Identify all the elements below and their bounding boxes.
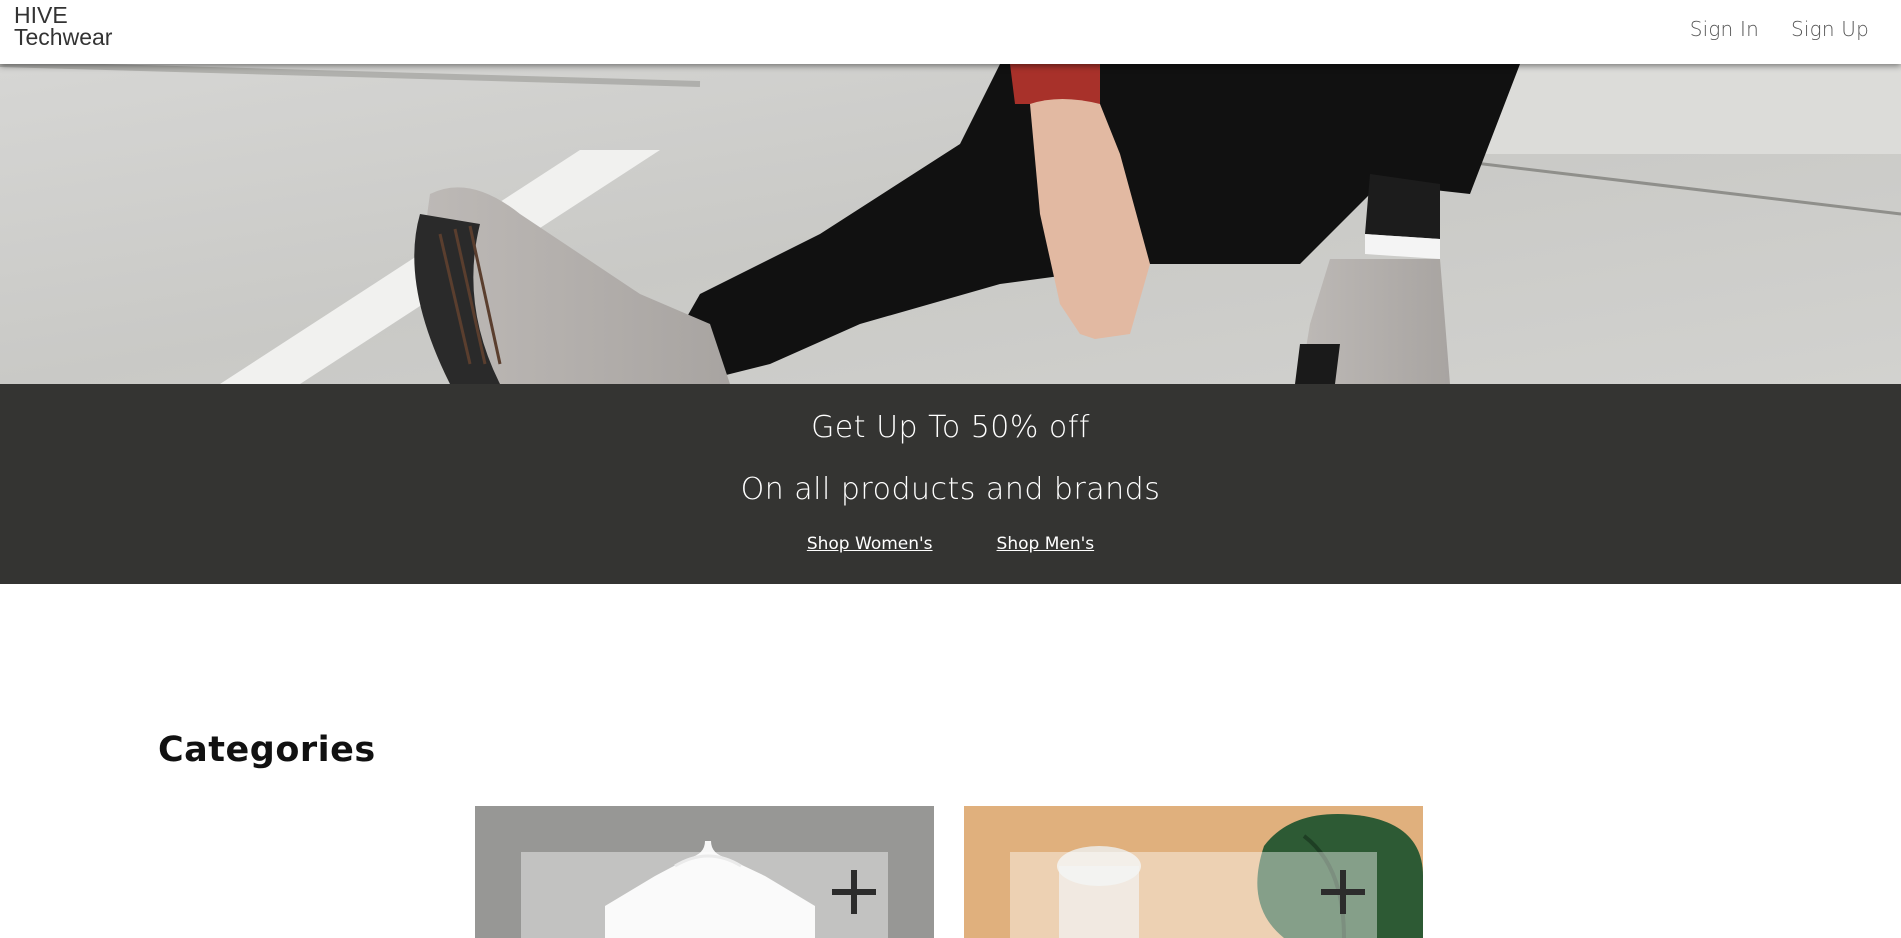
- category-card[interactable]: [475, 806, 934, 938]
- promo-subheadline: On all products and brands: [740, 472, 1161, 507]
- sign-up-link[interactable]: Sign Up: [1791, 17, 1869, 41]
- site-logo[interactable]: HIVE Techwear: [14, 2, 113, 50]
- plus-icon[interactable]: [832, 870, 876, 914]
- promo-banner: Get Up To 50% off On all products and br…: [0, 384, 1901, 584]
- promo-headline: Get Up To 50% off: [811, 410, 1090, 445]
- auth-nav: Sign In Sign Up: [1690, 17, 1869, 41]
- promo-links: Shop Women's Shop Men's: [0, 534, 1901, 554]
- hero-image: [0, 64, 1901, 384]
- categories-heading: Categories: [158, 730, 376, 770]
- logo-line-hive: HIVE: [14, 2, 68, 28]
- sign-in-link[interactable]: Sign In: [1690, 17, 1759, 41]
- plus-icon[interactable]: [1321, 870, 1365, 914]
- shop-women-link[interactable]: Shop Women's: [807, 534, 933, 554]
- site-header: HIVE Techwear Sign In Sign Up: [0, 0, 1901, 64]
- shop-men-link[interactable]: Shop Men's: [997, 534, 1095, 554]
- category-card[interactable]: [964, 806, 1423, 938]
- logo-line-techwear: Techwear: [14, 24, 113, 50]
